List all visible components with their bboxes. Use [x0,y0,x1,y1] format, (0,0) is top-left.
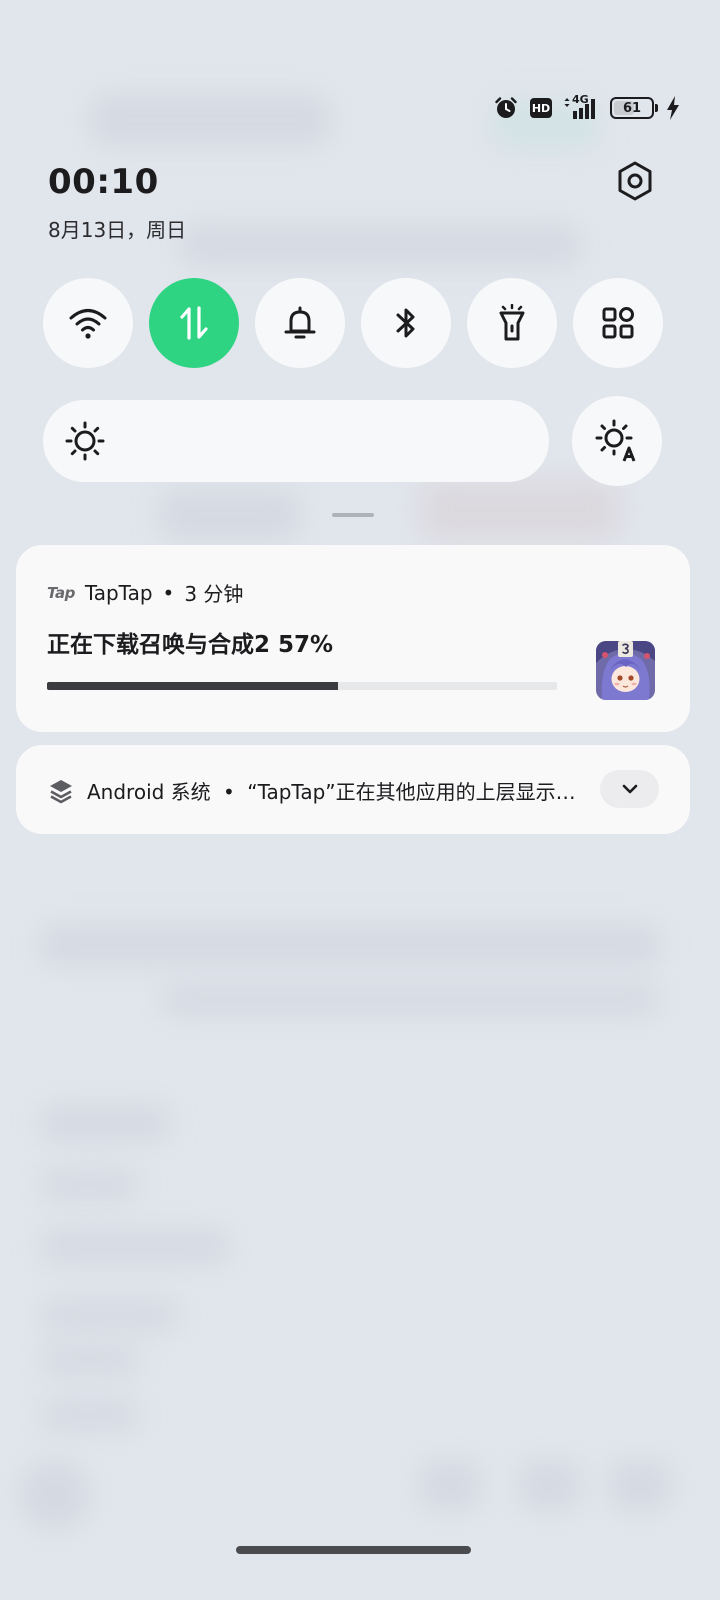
bell-icon [284,306,316,339]
quick-settings-tiles [43,278,663,370]
auto-brightness-button[interactable] [572,396,662,486]
notification-card-android-system[interactable]: Android 系统 • “TapTap”正在其他应用的上层显示内容 [16,745,690,834]
data-transfer-icon [180,306,208,340]
notification-title: 正在下载召唤与合成2 57% [47,632,334,658]
alarm-icon [494,96,518,120]
separator: • [162,580,175,605]
tile-more[interactable] [573,278,663,368]
signal-icon: 4G [564,93,598,119]
notification-app-name: Android 系统 [87,780,211,804]
taptap-logo: Tap [47,583,75,602]
notification-text: “TapTap”正在其他应用的上层显示内容 [247,780,587,804]
status-bar: HD 4G 61 [494,93,680,120]
layers-icon [48,778,74,808]
separator: • [223,780,235,804]
tile-mobile-data[interactable] [149,278,239,368]
battery-indicator: 61 [610,97,658,119]
date: 8月13日，周日 [48,218,187,242]
clock: 00:10 [48,162,159,202]
tile-flashlight[interactable] [467,278,557,368]
battery-level: 61 [622,100,642,116]
game-thumbnail [596,641,655,700]
notification-app-name: TapTap [84,580,153,605]
settings-button[interactable] [612,158,658,204]
download-progress-fill [47,682,338,690]
charging-icon [666,96,680,120]
notification-summary: Android 系统 • “TapTap”正在其他应用的上层显示内容 [87,776,587,805]
bluetooth-icon [396,308,415,338]
notification-time: 3 分钟 [184,582,244,606]
auto-brightness-icon [595,419,636,462]
hd-badge: HD [530,98,552,118]
chevron-down-icon [622,784,637,794]
wifi-icon [69,309,107,339]
battery-nub [655,104,658,112]
network-type: 4G [572,93,589,106]
panel-drag-handle[interactable] [332,513,374,517]
brightness-slider[interactable] [43,400,549,482]
tile-wifi[interactable] [43,278,133,368]
hexagon-gear-icon [618,161,652,201]
expand-button[interactable] [600,770,659,808]
brightness-icon [65,421,105,461]
tile-sound[interactable] [255,278,345,368]
notification-header: Tap TapTap • 3 分钟 [47,578,243,607]
flashlight-icon [499,304,525,341]
grid-icon [602,307,634,339]
notification-card-taptap[interactable]: Tap TapTap • 3 分钟 正在下载召唤与合成2 57% [16,545,690,732]
tile-bluetooth[interactable] [361,278,451,368]
download-progress-bar [47,682,557,690]
home-indicator[interactable] [236,1546,471,1554]
